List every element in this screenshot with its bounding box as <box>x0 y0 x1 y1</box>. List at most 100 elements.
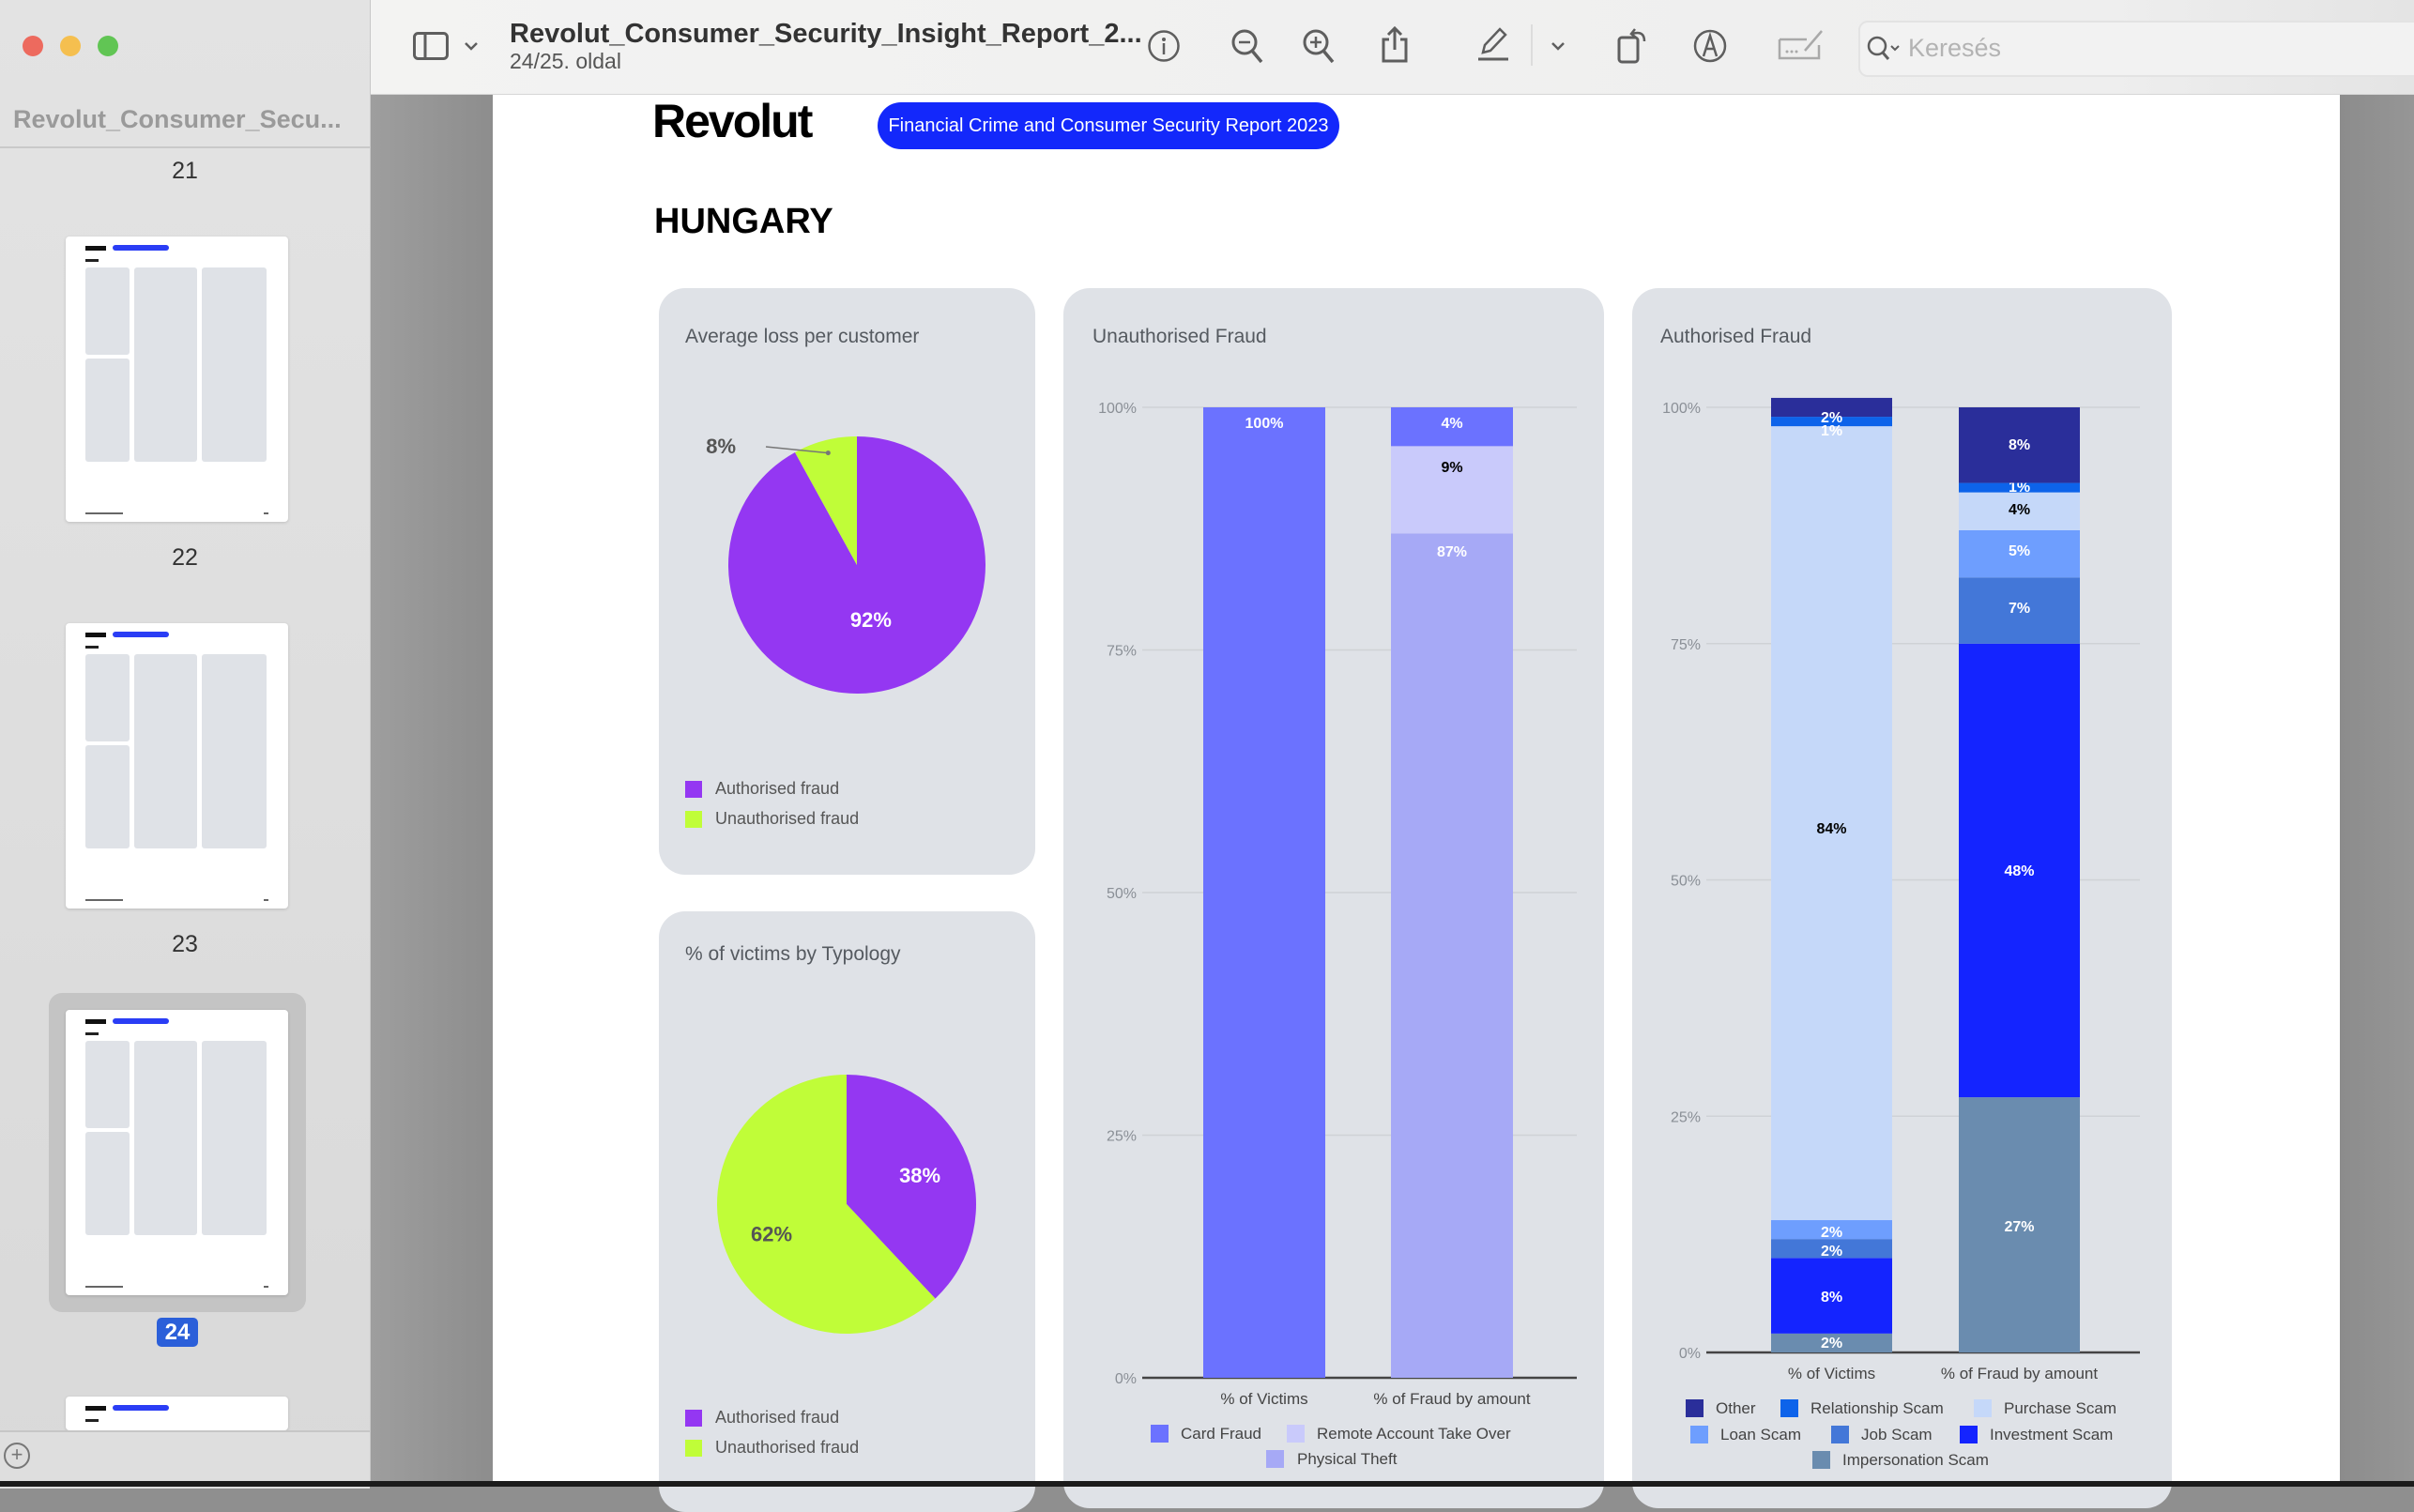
stacked-bar-chart-authorised: 0%25%50%75%100%2%8%2%2%84%1%2%% of Victi… <box>1662 397 2140 1382</box>
country-heading: HUNGARY <box>654 202 833 241</box>
bar-data-label: 8% <box>2009 437 2030 453</box>
zoom-window-button[interactable] <box>98 36 118 56</box>
pie-chart-victims-typology: 38% 62% <box>717 1075 976 1334</box>
document-background <box>2340 95 2414 1487</box>
bar-data-label: 48% <box>2004 863 2034 879</box>
legend-swatch-unauthorised <box>685 811 702 828</box>
y-tick-label: 50% <box>1671 874 1701 890</box>
x-category-label: % of Victims <box>1788 1365 1875 1382</box>
bar-data-label: 2% <box>1821 1336 1842 1352</box>
search-icon <box>1867 36 1900 60</box>
document-background <box>371 95 493 1487</box>
bar-data-label: 84% <box>1816 821 1846 837</box>
pie-data-label: 62% <box>751 1223 792 1246</box>
bar-data-label: 2% <box>1821 410 1842 426</box>
legend-swatch-physical-theft <box>1266 1450 1284 1468</box>
y-tick-label: 50% <box>1107 886 1137 902</box>
bar-data-label: 87% <box>1437 544 1467 560</box>
sidebar-divider <box>0 146 370 148</box>
y-tick-label: 0% <box>1115 1371 1137 1387</box>
close-window-button[interactable] <box>23 36 43 56</box>
bar-data-label: 8% <box>1821 1290 1842 1306</box>
legend-label: Authorised fraud <box>715 1408 840 1427</box>
chart-title: Average loss per customer <box>685 326 920 347</box>
legend-label: Remote Account Take Over <box>1317 1425 1511 1443</box>
bar-data-label: 7% <box>2009 601 2030 617</box>
legend-label: Physical Theft <box>1297 1450 1398 1468</box>
legend-label: Impersonation Scam <box>1842 1451 1989 1469</box>
chart-title: % of victims by Typology <box>685 943 901 965</box>
legend-label: Purchase Scam <box>2004 1399 2116 1417</box>
bar-data-label: 27% <box>2004 1219 2034 1235</box>
legend-label: Card Fraud <box>1181 1425 1261 1443</box>
y-tick-label: 25% <box>1107 1129 1137 1145</box>
sidebar-footer <box>0 1430 370 1489</box>
legend-swatch-relationship-scam <box>1780 1399 1798 1417</box>
current-page-badge: 24 <box>157 1318 198 1347</box>
page-number-label: 21 <box>172 158 198 184</box>
markup-icon[interactable] <box>1692 28 1728 64</box>
chart-title: Unauthorised Fraud <box>1092 326 1267 347</box>
y-tick-label: 100% <box>1098 401 1137 417</box>
legend-swatch-other <box>1686 1399 1704 1417</box>
legend-label: Relationship Scam <box>1810 1399 1944 1417</box>
pie-chart-average-loss: 92% 8% <box>706 435 985 694</box>
legend-swatch-card-fraud <box>1151 1425 1169 1443</box>
sign-icon[interactable] <box>1777 28 1826 62</box>
legend-swatch-authorised <box>685 781 702 798</box>
pie-leader-dot <box>825 451 831 456</box>
bar-data-label: 100% <box>1245 416 1284 432</box>
y-tick-label: 25% <box>1671 1109 1701 1125</box>
sidebar-toggle-icon[interactable] <box>413 32 449 60</box>
chevron-down-icon[interactable] <box>464 41 479 51</box>
pie-data-label: 38% <box>899 1164 940 1187</box>
sidebar-document-title: Revolut_Consumer_Secu... <box>13 105 342 133</box>
pie-data-label: 92% <box>850 608 892 632</box>
revolut-logo: Revolut <box>652 95 813 147</box>
legend-label: Authorised fraud <box>715 779 840 798</box>
page-thumbnail-24[interactable] <box>66 1010 288 1295</box>
bar-data-label: 5% <box>2009 543 2030 559</box>
legend-swatch-remote-ato <box>1287 1425 1305 1443</box>
zoom-in-icon[interactable] <box>1302 28 1339 66</box>
legend-swatch-investment-scam <box>1960 1426 1978 1443</box>
rotate-icon[interactable] <box>1616 24 1650 64</box>
bar-data-label: 9% <box>1441 460 1462 476</box>
legend-swatch-impersonation-scam <box>1812 1451 1830 1469</box>
legend-label: Loan Scam <box>1720 1426 1801 1443</box>
bar-data-label: 4% <box>2009 502 2030 518</box>
page-thumbnail-22[interactable] <box>66 623 288 909</box>
y-tick-label: 100% <box>1662 401 1701 417</box>
window-bottom-edge <box>0 1481 2414 1487</box>
legend-swatch-authorised <box>685 1410 702 1427</box>
pie-data-label: 8% <box>706 435 736 458</box>
stacked-bar-chart-unauthorised: 0%25%50%75%100%0%0%100%% of Victims87%9%… <box>1098 401 1577 1408</box>
bar-data-label: 4% <box>1441 416 1462 432</box>
bar-data-label: 2% <box>1821 1244 1842 1260</box>
bar-data-label: 2% <box>1821 1225 1842 1241</box>
share-icon[interactable] <box>1380 26 1410 64</box>
legend-swatch-unauthorised <box>685 1440 702 1457</box>
add-page-button[interactable]: + <box>4 1443 30 1469</box>
info-icon[interactable] <box>1147 29 1181 63</box>
page-indicator: 24/25. oldal <box>510 49 621 73</box>
page-number-label: 23 <box>172 931 198 957</box>
page-thumbnail-25[interactable] <box>66 1397 288 1430</box>
y-tick-label: 75% <box>1671 637 1701 653</box>
legend-swatch-loan-scam <box>1690 1426 1708 1443</box>
legend-label: Investment Scam <box>1990 1426 2114 1443</box>
y-tick-label: 75% <box>1107 644 1137 660</box>
page-thumbnail-21[interactable] <box>66 237 288 522</box>
minimize-window-button[interactable] <box>60 36 81 56</box>
bar-segment-card-fraud <box>1203 407 1325 1378</box>
x-category-label: % of Fraud by amount <box>1373 1390 1531 1408</box>
chevron-down-icon[interactable] <box>1551 41 1566 51</box>
chart-title: Authorised Fraud <box>1660 326 1812 347</box>
report-title-pill: Financial Crime and Consumer Security Re… <box>878 102 1339 149</box>
highlight-pen-icon[interactable] <box>1475 26 1511 62</box>
x-category-label: % of Fraud by amount <box>1941 1365 2099 1382</box>
document-title: Revolut_Consumer_Security_Insight_Report… <box>510 19 1142 49</box>
zoom-out-icon[interactable] <box>1230 28 1268 66</box>
page-number-label: 22 <box>172 544 198 571</box>
y-tick-label: 0% <box>1679 1346 1701 1362</box>
